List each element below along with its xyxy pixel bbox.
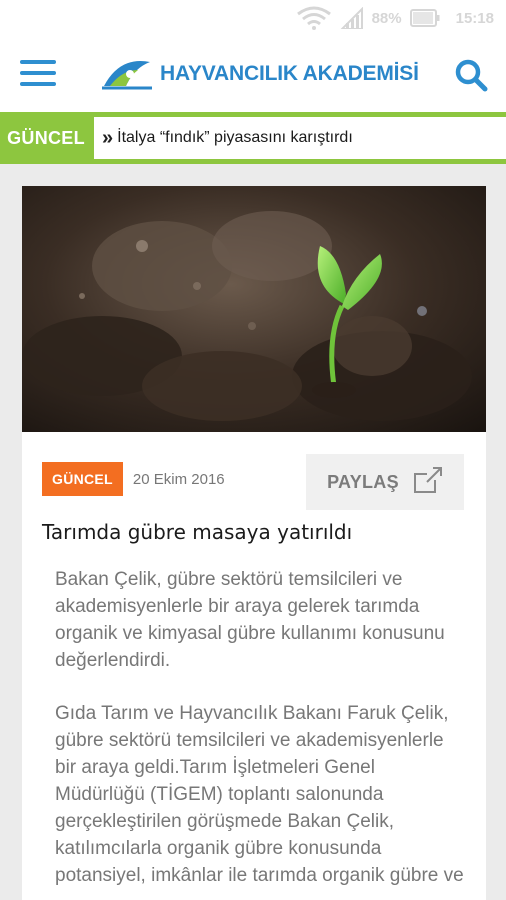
article-title[interactable]: Tarımda gübre masaya yatırıldı [42, 520, 466, 544]
wifi-icon [296, 6, 332, 30]
battery-icon [409, 9, 440, 27]
article-body: Gıda Tarım ve Hayvancılık Bakanı Faruk Ç… [55, 703, 464, 886]
search-icon[interactable] [454, 58, 488, 92]
signal-icon [340, 7, 364, 29]
clock: 15:18 [455, 9, 494, 27]
share-label: PAYLAŞ [327, 471, 399, 492]
article-date: 20 Ekim 2016 [132, 470, 225, 488]
double-chevron-right-icon: » [102, 126, 114, 149]
ticker-item[interactable]: » İtalya “fındık” piyasasını karıştırdı [94, 117, 506, 159]
app-header: HAYVANCILIK AKADEMİSİ [0, 36, 506, 112]
logo-text: HAYVANCILIK AKADEMİSİ [160, 62, 419, 85]
category-badge[interactable]: GÜNCEL [42, 462, 123, 496]
battery-percent: 88% [371, 9, 402, 27]
app-logo[interactable]: HAYVANCILIK AKADEMİSİ [100, 52, 419, 96]
article-summary: Bakan Çelik, gübre sektörü temsilcileri … [55, 569, 445, 671]
share-icon [413, 466, 443, 499]
article-image [22, 186, 486, 432]
share-button[interactable]: PAYLAŞ [306, 454, 464, 510]
status-bar: 88% 15:18 [0, 0, 506, 36]
news-ticker: GÜNCEL » İtalya “fındık” piyasasını karı… [0, 112, 506, 164]
logo-icon [100, 52, 154, 97]
article-card: GÜNCEL 20 Ekim 2016 PAYLAŞ Tarımda gübre… [22, 186, 486, 900]
article-meta: GÜNCEL 20 Ekim 2016 [42, 462, 225, 496]
menu-icon[interactable] [20, 60, 56, 88]
ticker-headline: İtalya “fındık” piyasasını karıştırdı [117, 129, 353, 146]
ticker-label: GÜNCEL [7, 127, 85, 148]
